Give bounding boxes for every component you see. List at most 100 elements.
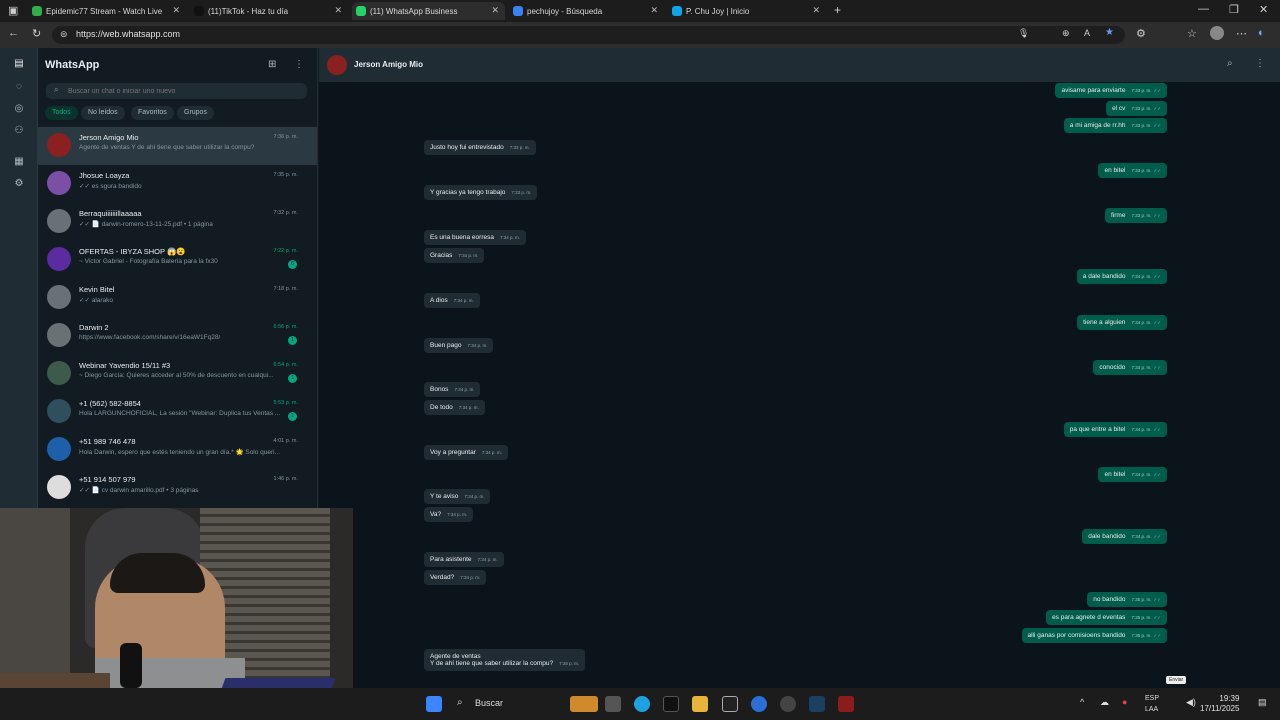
incoming-message[interactable]: Es una buena eorresa 7:34 p. m. xyxy=(424,230,526,245)
profile-avatar[interactable] xyxy=(1210,26,1224,40)
search-box[interactable]: ⌕ xyxy=(46,83,307,99)
outgoing-message[interactable]: a mi amiga de rr.hh 7:33 p. m. ✓✓ xyxy=(1063,118,1167,133)
outgoing-message[interactable]: no bandido 7:35 p. m. ✓✓ xyxy=(1087,592,1167,607)
outgoing-message[interactable]: en bitel 7:34 p. m. ✓✓ xyxy=(1098,467,1167,482)
incoming-message[interactable]: De todo 7:34 p. m. xyxy=(424,400,485,415)
menu-icon[interactable]: ⋮ xyxy=(1255,58,1265,69)
channels-icon[interactable]: ◎ xyxy=(12,103,26,117)
outgoing-message[interactable]: tiene a alguien 7:34 p. m. ✓✓ xyxy=(1077,315,1167,330)
close-tab-icon[interactable]: ✕ xyxy=(334,5,342,16)
incoming-message[interactable]: Justo hoy fui entrevistado 7:33 p. m. xyxy=(424,140,536,155)
refresh-icon[interactable]: ↻ xyxy=(32,27,41,40)
site-info-icon[interactable]: ⊜ xyxy=(60,29,68,40)
incoming-message[interactable]: A dios 7:34 p. m. xyxy=(424,293,480,308)
incoming-message[interactable]: Y te aviso 7:34 p. m. xyxy=(424,489,491,504)
chat-list-item[interactable]: Berraquiiiiiiillaaaaa ✓✓ 📄 darwin-romero-… xyxy=(38,203,317,241)
incoming-message[interactable]: Y gracias ya tengo trabajo 7:33 p. m. xyxy=(424,185,538,200)
search-input[interactable] xyxy=(68,85,298,97)
clock[interactable]: 19:39 17/11/2025 xyxy=(1200,694,1239,714)
collections-icon[interactable]: ☆ xyxy=(1187,27,1197,40)
app-icon[interactable] xyxy=(751,696,767,712)
communities-icon[interactable]: ⚇ xyxy=(12,125,26,139)
copilot-icon[interactable]: ◐ xyxy=(1258,27,1265,39)
new-tab-button[interactable]: + xyxy=(834,3,841,17)
close-window-icon[interactable]: ✕ xyxy=(1259,3,1268,16)
incoming-message[interactable]: Para asistente 7:34 p. m. xyxy=(424,552,504,567)
chats-icon[interactable]: ▤ xyxy=(12,58,26,72)
obs-icon[interactable] xyxy=(780,696,796,712)
tools-icon[interactable]: ⚙ xyxy=(12,178,26,192)
outgoing-message[interactable]: avisame para enviarte 7:33 p. m. ✓✓ xyxy=(1055,83,1167,98)
start-icon[interactable] xyxy=(426,696,442,712)
steam-icon[interactable] xyxy=(809,696,825,712)
close-tab-icon[interactable]: ✕ xyxy=(650,5,658,16)
notification-icon[interactable]: ▤ xyxy=(1258,697,1267,708)
volume-icon[interactable]: ◀) xyxy=(1186,697,1196,708)
lang-indicator[interactable]: ESP xyxy=(1145,695,1159,702)
capcut-icon[interactable] xyxy=(722,696,738,712)
outgoing-message[interactable]: a dale bandido 7:34 p. m. ✓✓ xyxy=(1076,269,1167,284)
outgoing-message[interactable]: conocido 7:34 p. m. ✓✓ xyxy=(1093,360,1167,375)
outgoing-message[interactable]: alli ganas por comisioens bandido 7:35 p.… xyxy=(1021,628,1167,643)
filter-chip[interactable]: No leídos xyxy=(81,106,125,120)
chat-list-item[interactable]: OFERTAS - IBYZA SHOP 😱😮 ~ Victor Gabriel … xyxy=(38,241,317,279)
incoming-message[interactable]: Gracias 7:34 p. m. xyxy=(424,248,485,263)
app-icon[interactable] xyxy=(838,696,854,712)
incoming-message[interactable]: Bonos 7:34 p. m. xyxy=(424,382,481,397)
chat-list-item[interactable]: Jerson Amigo Mio Agente de ventas Y de ah… xyxy=(38,127,317,165)
status-icon[interactable]: ◌ xyxy=(12,81,26,95)
incoming-message[interactable]: Buen pago 7:34 p. m. xyxy=(424,338,494,353)
outgoing-message[interactable]: pa que entre a bitel 7:34 p. m. ✓✓ xyxy=(1063,422,1167,437)
chat-list-item[interactable]: Kevin Bitel ✓✓ alarako 7:18 p. m. xyxy=(38,279,317,317)
incoming-message[interactable]: Verdad? 7:34 p. m. xyxy=(424,570,487,585)
chat-list-item[interactable]: Webinar Yavendio 15/11 #3 ~ Diego García:… xyxy=(38,355,317,393)
contact-name[interactable]: Jerson Amigo Mio xyxy=(354,60,423,69)
back-icon[interactable]: ← xyxy=(8,27,19,39)
chevron-up-icon[interactable]: ^ xyxy=(1080,697,1084,707)
filter-chip[interactable]: Favoritos xyxy=(131,106,174,120)
mic-icon[interactable]: 🎙 xyxy=(1018,28,1029,39)
new-chat-icon[interactable]: ⊞ xyxy=(268,59,276,70)
outgoing-message[interactable]: firme 7:33 p. m. ✓✓ xyxy=(1104,208,1167,223)
incoming-message[interactable]: Agente de ventas Y de ahí tiene que saber… xyxy=(424,649,586,671)
chat-list-item[interactable]: Jhosue Loayza ✓✓ es sgura bandido 7:35 p. … xyxy=(38,165,317,203)
more-options-icon[interactable]: ⋯ xyxy=(1236,27,1247,40)
contact-avatar[interactable] xyxy=(327,55,347,75)
read-aloud-icon[interactable]: A xyxy=(1084,28,1090,38)
url-field[interactable]: ⊜ https://web.whatsapp.com 🎙 ⊕ A ★ xyxy=(52,26,1125,44)
tiktok-icon[interactable] xyxy=(663,696,679,712)
outgoing-message[interactable]: el cv 7:33 p. m. ✓✓ xyxy=(1106,101,1167,116)
zoom-icon[interactable]: ⊕ xyxy=(1062,28,1070,39)
chat-list-item[interactable]: Darwin 2 https://www.facebook.com/share/v… xyxy=(38,317,317,355)
search-icon[interactable]: ⌕ xyxy=(1227,58,1233,69)
mic-icon[interactable]: ● xyxy=(1122,697,1127,707)
menu-icon[interactable]: ⋮ xyxy=(294,59,304,70)
close-tab-icon[interactable]: ✕ xyxy=(491,5,499,16)
task-view-icon[interactable] xyxy=(605,696,621,712)
close-tab-icon[interactable]: ✕ xyxy=(812,5,820,16)
close-tab-icon[interactable]: ✕ xyxy=(172,5,180,16)
incoming-message[interactable]: Va? 7:34 p. m. xyxy=(424,507,474,522)
file-explorer-icon[interactable] xyxy=(692,696,708,712)
catalog-icon[interactable]: ▦ xyxy=(12,156,26,170)
outgoing-message[interactable]: en bitel 7:33 p. m. ✓✓ xyxy=(1098,163,1167,178)
browser-tab[interactable]: pechujoy - Búsqueda ✕ xyxy=(509,2,664,20)
browser-tab[interactable]: (11)TikTok - Haz tu día ✕ xyxy=(190,2,348,20)
browser-tab[interactable]: (11) WhatsApp Business ✕ xyxy=(352,2,505,20)
filter-chip[interactable]: Todos xyxy=(45,106,78,120)
conversation-header[interactable]: Jerson Amigo Mio ⌕ ⋮ xyxy=(319,48,1280,82)
restore-icon[interactable]: ❐ xyxy=(1229,3,1239,16)
browser-tab[interactable]: P. Chu Joy | Inicio ✕ xyxy=(668,2,826,20)
widget-icon[interactable] xyxy=(570,696,598,712)
outgoing-message[interactable]: dale bandido 7:34 p. m. ✓✓ xyxy=(1082,529,1167,544)
browser-tab[interactable]: Epidemic77 Stream - Watch Live ✕ xyxy=(28,2,186,20)
chat-list-item[interactable]: +51 914 507 979 ✓✓ 📄 cv darwin amarillo.p… xyxy=(38,469,317,507)
minimize-icon[interactable]: — xyxy=(1198,3,1209,15)
browser-menu-icon[interactable]: ▣ xyxy=(8,4,18,17)
filter-chip[interactable]: Grupos xyxy=(177,106,214,120)
incoming-message[interactable]: Voy a preguntar 7:34 p. m. xyxy=(424,445,508,460)
edge-icon[interactable] xyxy=(634,696,650,712)
chat-list-item[interactable]: +1 (562) 582-8854 Hola LARGUNCHOFICIAL, L… xyxy=(38,393,317,431)
outgoing-message[interactable]: es para agnete d eventas 7:35 p. m. ✓✓ xyxy=(1046,610,1167,625)
extensions-icon[interactable]: ⚙ xyxy=(1136,27,1146,40)
